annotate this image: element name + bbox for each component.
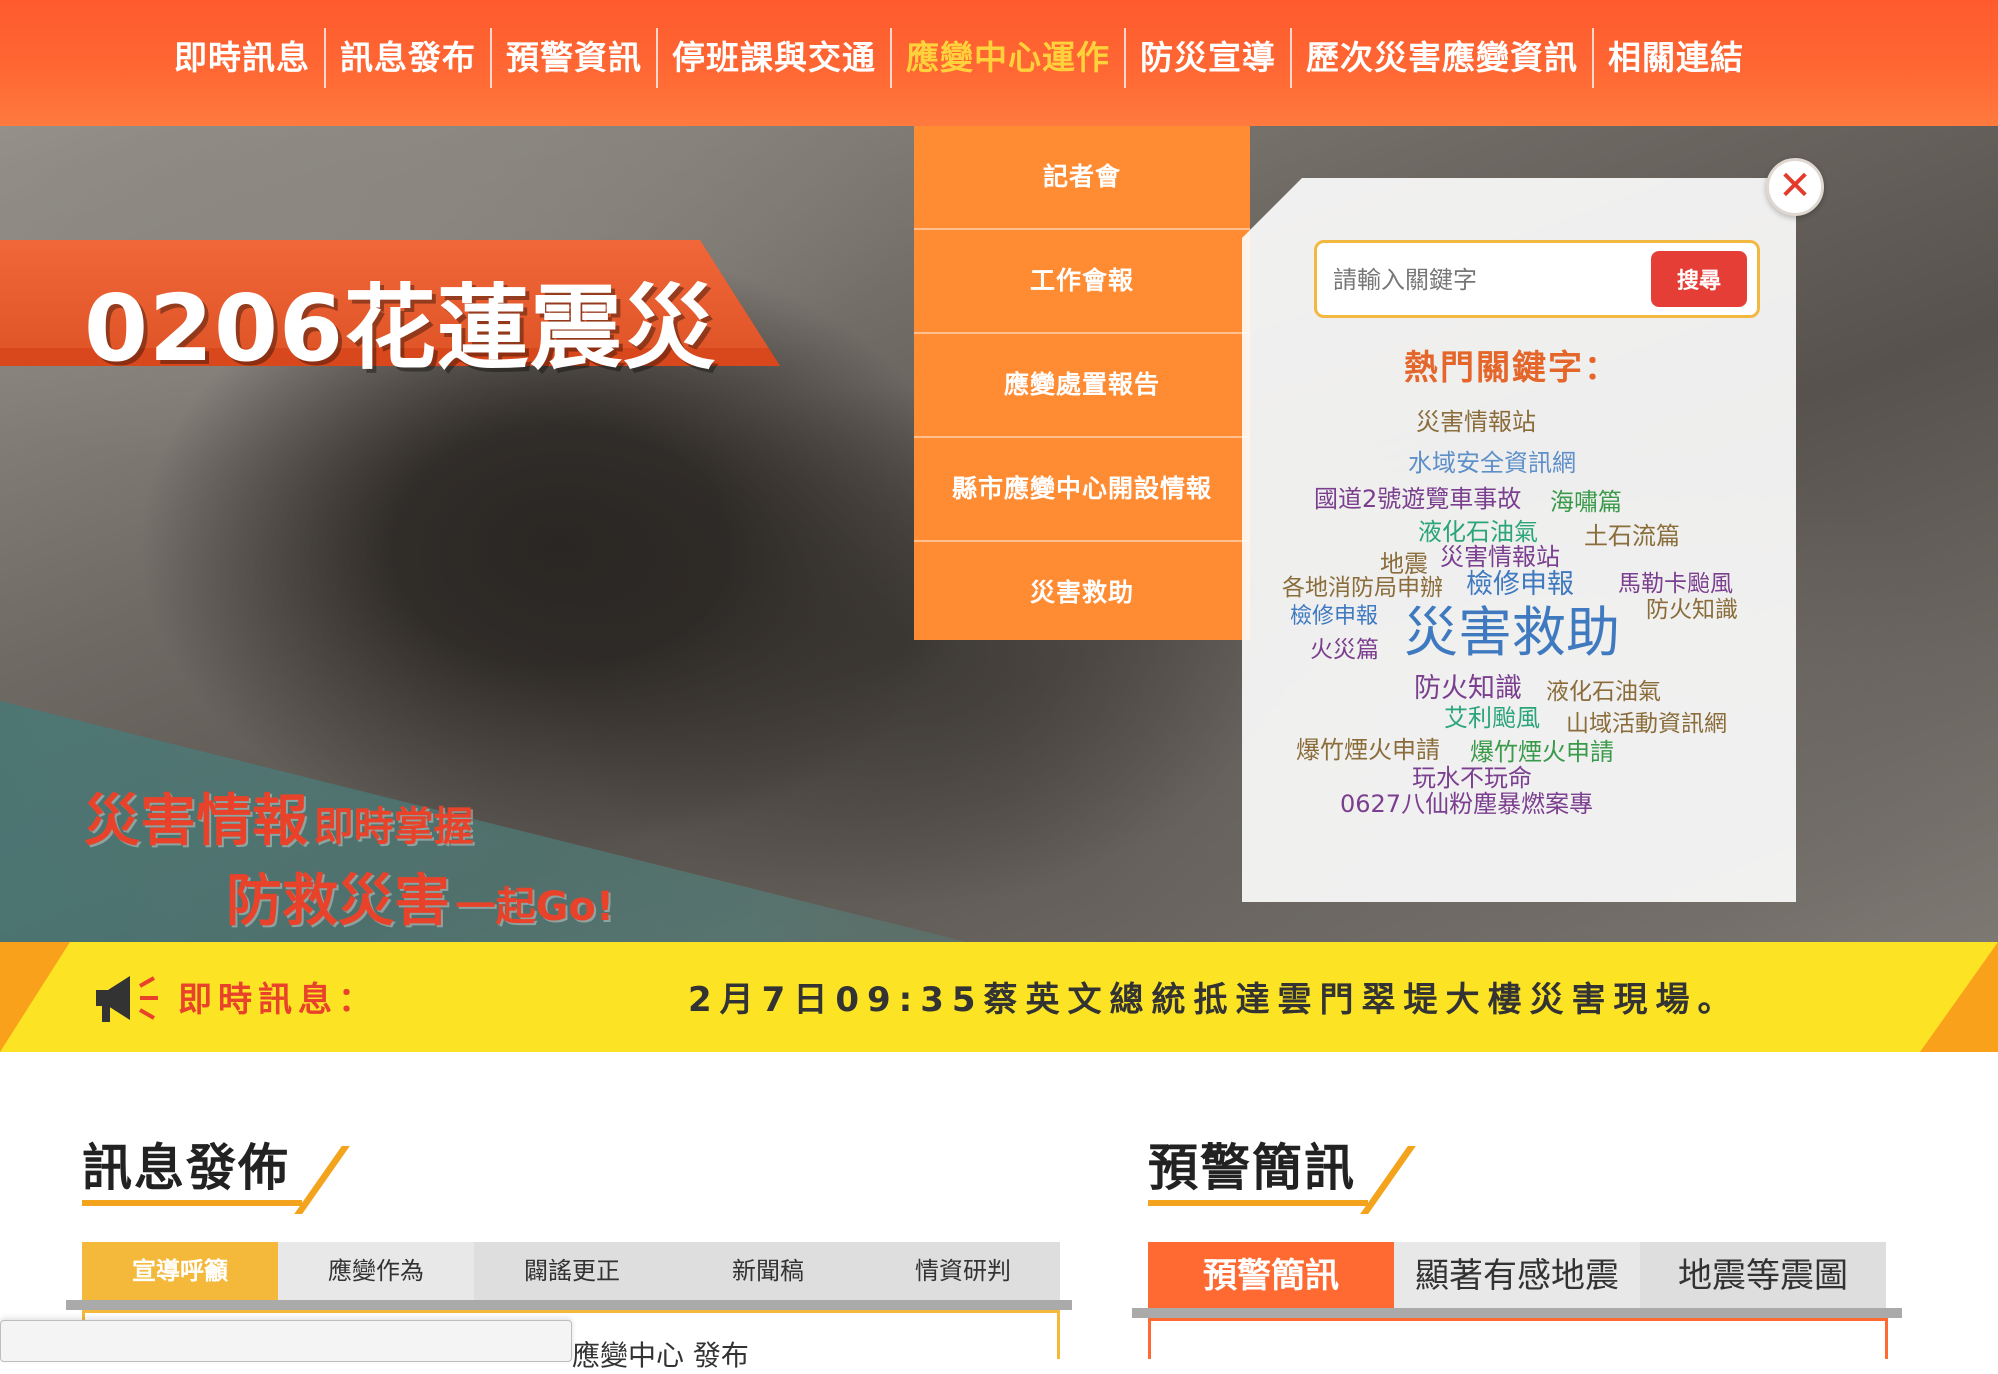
- keyword-link[interactable]: 火災篇: [1310, 630, 1379, 664]
- keyword-link[interactable]: 檢修申報: [1290, 598, 1378, 630]
- tab-rumor-correction[interactable]: 闢謠更正: [474, 1242, 670, 1300]
- tab-intel-analysis[interactable]: 情資研判: [866, 1242, 1060, 1300]
- keyword-link[interactable]: 災害救助: [1404, 588, 1620, 667]
- nav-item-realtime[interactable]: 即時訊息: [160, 28, 324, 88]
- dropdown-item-press-conference[interactable]: 記者會: [914, 126, 1250, 230]
- tab-response-actions[interactable]: 應變作為: [278, 1242, 474, 1300]
- keyword-link[interactable]: 0627八仙粉塵暴燃案專: [1340, 784, 1593, 819]
- nav-item-center-operation[interactable]: 應變中心運作: [890, 28, 1124, 88]
- keyword-link[interactable]: 土石流篇: [1584, 516, 1680, 551]
- keyword-link[interactable]: 海嘯篇: [1550, 482, 1622, 517]
- ticker-label: 即時訊息：: [178, 980, 378, 1020]
- news-title-slash: [294, 1146, 350, 1214]
- keyword-link[interactable]: 水域安全資訊網: [1408, 443, 1576, 478]
- dropdown-item-disaster-relief[interactable]: 災害救助: [914, 542, 1250, 644]
- tab-intensity-map[interactable]: 地震等震圖: [1640, 1242, 1886, 1310]
- search-button[interactable]: 搜尋: [1651, 251, 1747, 307]
- warning-content-box: [1148, 1318, 1888, 1359]
- dropdown-item-response-report[interactable]: 應變處置報告: [914, 334, 1250, 438]
- news-title-underline: [82, 1200, 302, 1206]
- warning-title-slash: [1360, 1146, 1416, 1214]
- tab-promotion[interactable]: 宣導呼籲: [82, 1242, 278, 1300]
- tab-warning-sms[interactable]: 預警簡訊: [1148, 1242, 1394, 1310]
- nav-item-history[interactable]: 歷次災害應變資訊: [1290, 28, 1592, 88]
- nav-item-links[interactable]: 相關連結: [1592, 28, 1758, 88]
- keyword-link[interactable]: 國道2號遊覽車事故: [1314, 479, 1521, 514]
- hero-title: 0206花蓮震災: [84, 275, 717, 382]
- news-tabs: 宣導呼籲 應變作為 闢謠更正 新聞稿 情資研判: [82, 1242, 1060, 1300]
- news-item-partial-text[interactable]: 應變中心 發布: [572, 1334, 749, 1374]
- tab-press-release[interactable]: 新聞稿: [670, 1242, 866, 1300]
- tab-felt-earthquake[interactable]: 顯著有感地震: [1394, 1242, 1640, 1310]
- warning-tabs: 預警簡訊 顯著有感地震 地震等震圖: [1148, 1242, 1886, 1310]
- dropdown-item-work-meeting[interactable]: 工作會報: [914, 230, 1250, 334]
- hot-keywords-title: 熱門關鍵字：: [1404, 348, 1620, 388]
- nav-item-news-release[interactable]: 訊息發布: [324, 28, 490, 88]
- warning-title-underline: [1148, 1200, 1368, 1206]
- slogan-2-emphasis: 防救災害: [226, 869, 450, 934]
- nav-item-warning[interactable]: 預警資訊: [490, 28, 656, 88]
- news-tab-bar: [66, 1300, 1072, 1310]
- megaphone-icon: [92, 972, 166, 1028]
- nav-list: 即時訊息 訊息發布 預警資訊 停班課與交通 應變中心運作 防災宣導 歷次災害應變…: [160, 28, 1758, 88]
- hero-slogan-1: 災害情報 即時掌握: [84, 776, 474, 857]
- ticker-message[interactable]: 2月7日09:35蔡英文總統抵達雲門翠堤大樓災害現場。: [688, 972, 1740, 1021]
- close-icon[interactable]: ✕: [1766, 158, 1824, 216]
- search-input[interactable]: [1331, 255, 1635, 305]
- nav-item-prevention[interactable]: 防災宣導: [1124, 28, 1290, 88]
- slogan-1-emphasis: 災害情報: [84, 789, 308, 854]
- keyword-link[interactable]: 防火知識: [1646, 590, 1738, 624]
- realtime-ticker: 即時訊息： 2月7日09:35蔡英文總統抵達雲門翠堤大樓災害現場。: [0, 942, 1998, 1052]
- hero-slogan-2: 防救災害 一起Go!: [226, 856, 614, 937]
- slogan-2-rest: 一起Go!: [455, 884, 615, 930]
- warning-section-title: 預警簡訊: [1148, 1139, 1356, 1197]
- slogan-1-rest: 即時掌握: [313, 804, 474, 850]
- center-operation-dropdown: 記者會 工作會報 應變處置報告 縣市應變中心開設情報 災害救助: [914, 126, 1250, 640]
- keyword-link[interactable]: 液化石油氣: [1546, 672, 1661, 706]
- search-box: 搜尋: [1314, 240, 1760, 318]
- top-nav: 即時訊息 訊息發布 預警資訊 停班課與交通 應變中心運作 防災宣導 歷次災害應變…: [0, 0, 1998, 126]
- nav-item-closures-traffic[interactable]: 停班課與交通: [656, 28, 890, 88]
- news-section-title: 訊息發佈: [82, 1139, 290, 1197]
- warning-tab-bar: [1132, 1308, 1902, 1318]
- dropdown-item-county-center-info[interactable]: 縣市應變中心開設情報: [914, 438, 1250, 542]
- keyword-link[interactable]: 艾利颱風: [1444, 698, 1540, 733]
- keyword-link[interactable]: 災害情報站: [1416, 402, 1536, 437]
